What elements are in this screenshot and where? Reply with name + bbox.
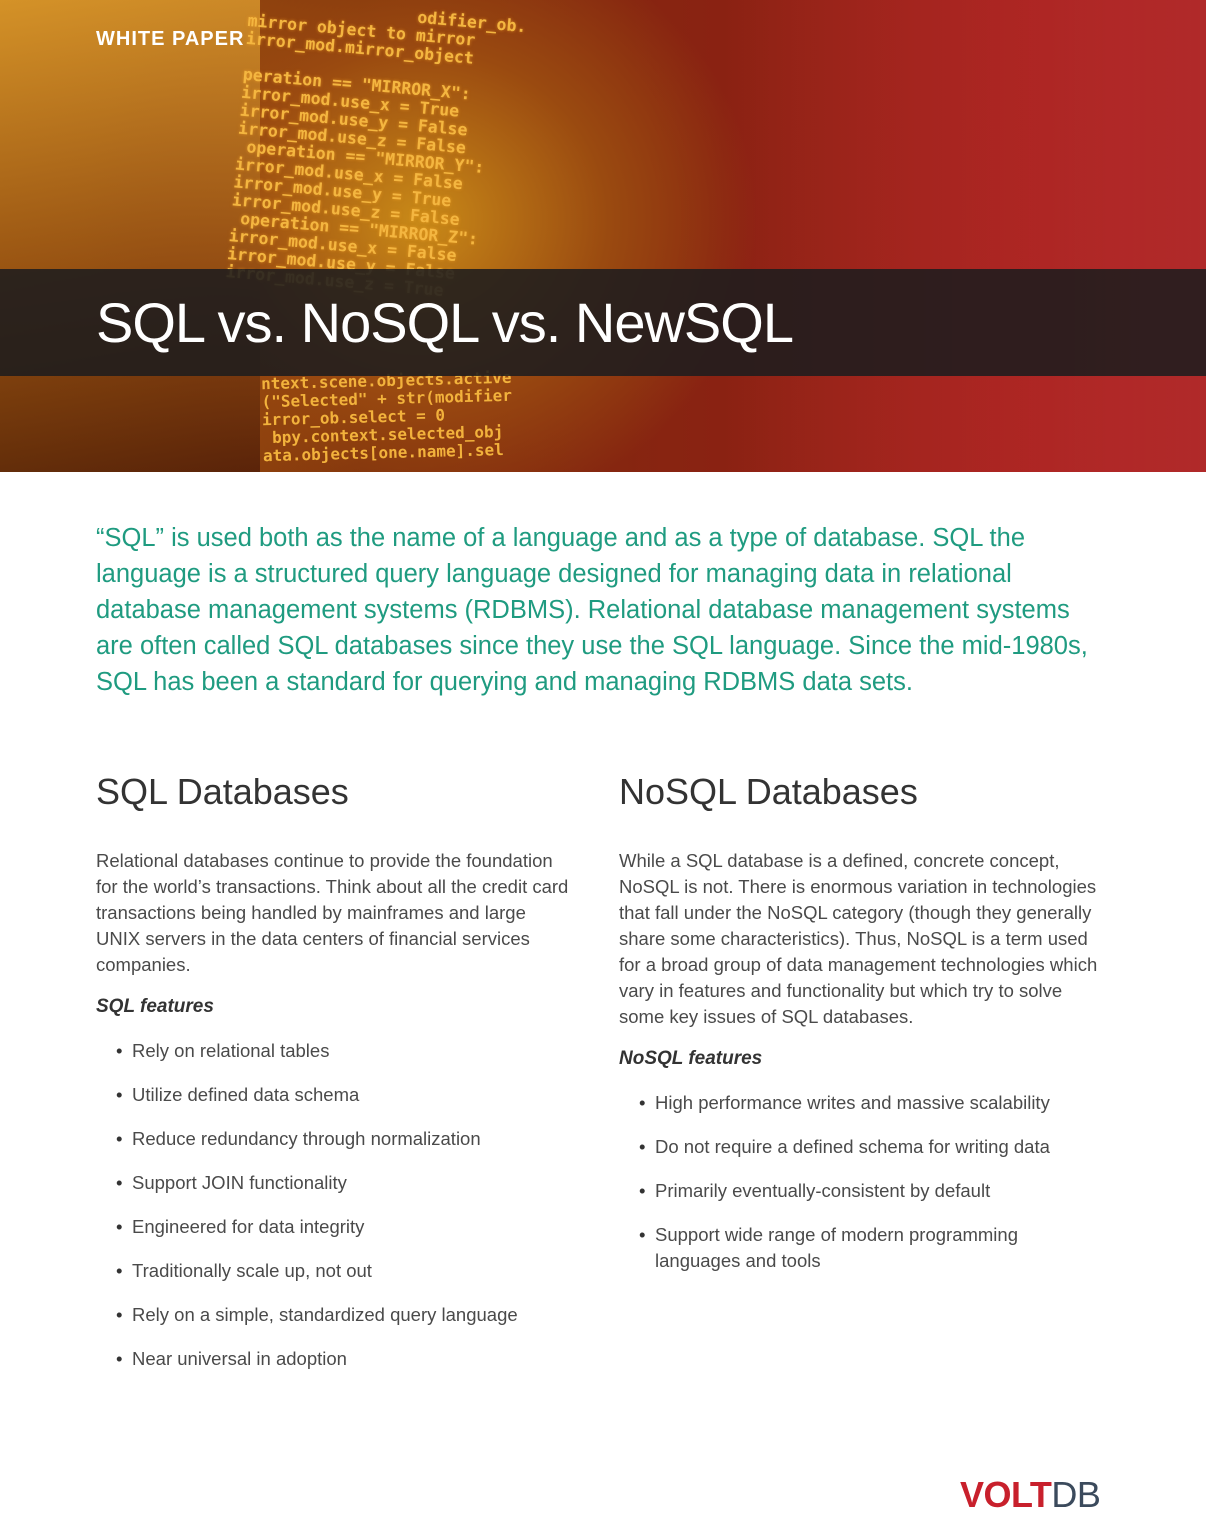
list-item: High performance writes and massive scal… [639,1090,1079,1116]
logo-volt: VOLT [960,1474,1052,1515]
nosql-heading: NoSQL Databases [619,771,918,812]
list-item: Support wide range of modern programming… [639,1222,1079,1274]
intro-line: SQL has been a standard for querying and… [96,668,913,696]
list-item: Near universal in adoption [116,1346,586,1372]
voltdb-logo: VOLTDB [960,1474,1101,1515]
sql-heading: SQL Databases [96,771,349,812]
list-item: Traditionally scale up, not out [116,1258,586,1284]
intro-paragraph: “SQL” is used both as the name of a lang… [96,520,1116,700]
list-item: Rely on relational tables [116,1038,586,1064]
sql-section: SQL Databases Relational databases conti… [96,770,586,1390]
nosql-section: NoSQL Databases While a SQL database is … [619,770,1109,1292]
list-item: Rely on a simple, standardized query lan… [116,1302,586,1328]
hero-blur [720,0,1206,472]
list-item: Engineered for data integrity [116,1214,586,1240]
sql-features-label: SQL features [96,996,214,1017]
hero-glow [0,0,260,472]
intro-line: database management systems (RDBMS). Rel… [96,596,1070,624]
logo-db: DB [1051,1474,1101,1515]
nosql-body: While a SQL database is a defined, concr… [619,850,1098,1027]
nosql-features-list: High performance writes and massive scal… [619,1090,1079,1274]
list-item: Primarily eventually-consistent by defau… [639,1178,1079,1204]
hero-code-top: odifier_ob. mirror object to mirror irror_… [225,0,527,305]
intro-line: are often called SQL databases since the… [96,632,1088,660]
sql-body: Relational databases continue to provide… [96,850,569,975]
list-item: Do not require a defined schema for writ… [639,1134,1079,1160]
code-line: ata.objects[one.name].sel [262,439,504,466]
sql-features-list: Rely on relational tables Utilize define… [96,1038,586,1372]
intro-line: language is a structured query language … [96,560,1012,588]
list-item: Reduce redundancy through normalization [116,1126,586,1152]
hero-code-bottom: ntext.scene.objects.active ("Selected" + … [261,368,514,466]
page-title: SQL vs. NoSQL vs. NewSQL [96,291,794,354]
hero-image: odifier_ob. mirror object to mirror irror_… [0,0,1206,472]
list-item: Utilize defined data schema [116,1082,586,1108]
nosql-features-label: NoSQL features [619,1048,763,1069]
doc-type-label: WHITE PAPER [96,28,245,50]
list-item: Support JOIN functionality [116,1170,586,1196]
intro-line: “SQL” is used both as the name of a lang… [96,524,1026,552]
